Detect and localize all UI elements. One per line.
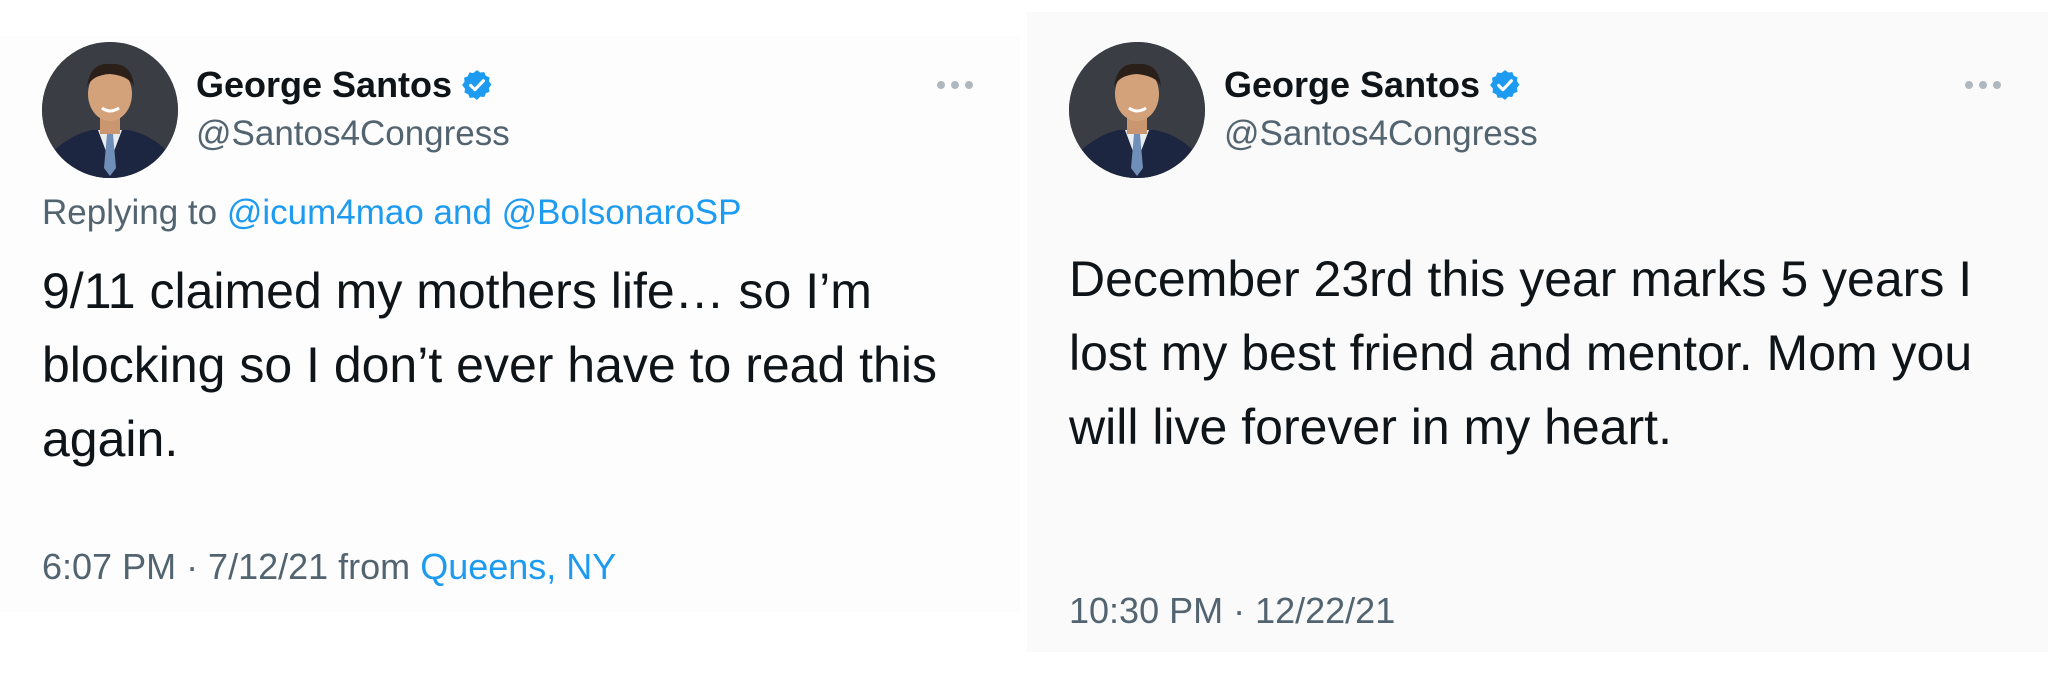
verified-badge-icon — [1490, 70, 1520, 100]
verified-badge-icon — [462, 70, 492, 100]
replying-to-line: Replying to @icum4mao and @BolsonaroSP — [42, 193, 741, 233]
author-name[interactable]: George Santos — [1224, 64, 1522, 106]
tweet-timestamp-line: 6:07 PM · 7/12/21 from Queens, NY — [42, 546, 616, 588]
tweet-card: George Santos @Santos4Congress December … — [1027, 12, 2048, 652]
replying-to-users-link[interactable]: @icum4mao and @BolsonaroSP — [227, 193, 742, 232]
profile-photo — [1069, 42, 1205, 178]
from-label: from — [328, 546, 421, 587]
author-handle[interactable]: @Santos4Congress — [1224, 114, 1538, 154]
tweet-text: 9/11 claimed my mothers life… so I’m blo… — [42, 263, 937, 467]
screenshot-canvas: George Santos @Santos4Congress Replying … — [0, 0, 2048, 676]
author-name-text: George Santos — [196, 64, 453, 105]
tweet-timestamp[interactable]: 6:07 PM · 7/12/21 — [42, 546, 328, 587]
author-name[interactable]: George Santos — [196, 64, 494, 106]
replying-to-label: Replying to — [42, 193, 227, 232]
tweet-text: December 23rd this year marks 5 years I … — [1069, 251, 1973, 455]
author-name-text: George Santos — [1224, 64, 1481, 105]
tweet-card: George Santos @Santos4Congress Replying … — [0, 36, 1020, 612]
avatar[interactable] — [1069, 42, 1205, 178]
more-options-icon[interactable] — [935, 78, 975, 92]
location-link[interactable]: Queens, NY — [420, 546, 616, 587]
tweet-timestamp[interactable]: 10:30 PM · 12/22/21 — [1069, 590, 1395, 632]
profile-photo — [42, 42, 178, 178]
avatar[interactable] — [42, 42, 178, 178]
more-options-icon[interactable] — [1963, 78, 2003, 92]
author-handle[interactable]: @Santos4Congress — [196, 114, 510, 154]
